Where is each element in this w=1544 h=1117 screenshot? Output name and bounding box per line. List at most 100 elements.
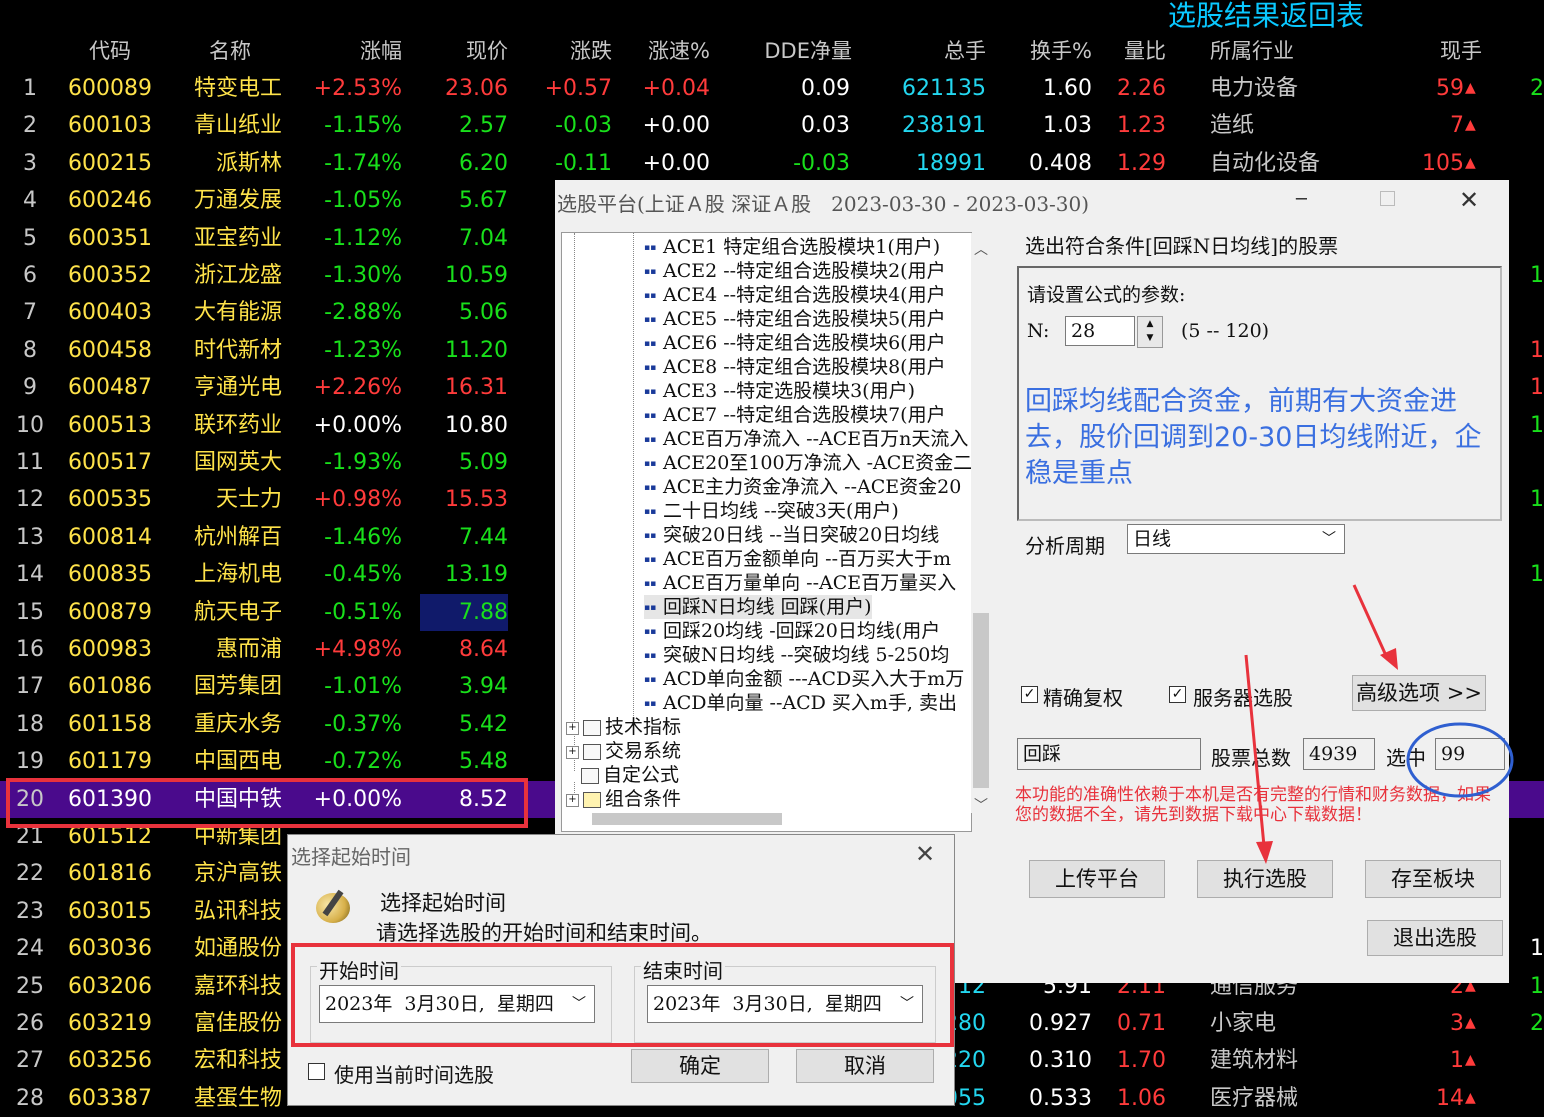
scroll-thumb[interactable] xyxy=(973,613,989,788)
tree-item[interactable]: ▪▪ ACE百万净流入 --ACE百万n天流入 xyxy=(644,427,968,451)
execute-button[interactable]: 执行选股 xyxy=(1197,860,1333,898)
ok-button[interactable]: 确定 xyxy=(631,1049,769,1083)
cell-hand: 1 xyxy=(1450,1048,1464,1074)
column-header[interactable]: 现手 xyxy=(1400,34,1482,68)
cell-price: 13.19 xyxy=(445,562,508,588)
name-field[interactable]: 回踩 xyxy=(1017,738,1201,770)
column-header[interactable]: DDE净量 xyxy=(740,34,852,68)
formula-icon: ▪▪ xyxy=(644,291,657,301)
expand-icon[interactable]: + xyxy=(566,745,579,759)
formula-icon: ▪▪ xyxy=(644,243,657,253)
upload-button[interactable]: 上传平台 xyxy=(1029,860,1165,898)
close-icon[interactable]: ✕ xyxy=(1459,186,1479,214)
tree-item-label: ACE6 --特定组合选股模块6(用户 xyxy=(663,332,946,354)
server-checkbox[interactable]: ✓ xyxy=(1169,686,1186,703)
tree-item-label: ACE4 --特定组合选股模块4(用户 xyxy=(663,284,946,306)
use-current-checkbox[interactable] xyxy=(308,1063,325,1080)
cell-code: 600246 xyxy=(68,188,152,214)
column-header[interactable]: 量比 xyxy=(1100,34,1166,68)
tree-item[interactable]: ▪▪ ACE4 --特定组合选股模块4(用户 xyxy=(644,283,946,307)
expand-icon[interactable]: + xyxy=(566,793,579,807)
expand-icon[interactable] xyxy=(566,770,577,782)
cell-idx: 23 xyxy=(16,898,44,924)
cell-code: 600089 xyxy=(68,76,152,101)
tree-item[interactable]: ▪▪ ACE3 --特定选股模块3(用户) xyxy=(644,379,915,403)
save-to-block-button[interactable]: 存至板块 xyxy=(1365,860,1501,898)
cell-partial: 1 xyxy=(1530,562,1544,588)
tree-item[interactable]: ▪▪ 回踩N日均线 回踩(用户) xyxy=(644,595,872,619)
tree-branch-line xyxy=(574,233,575,793)
tree-item[interactable]: ▪▪ ACE1 特定组合选股模块1(用户) xyxy=(644,235,940,259)
tree-item-label: 二十日均线 --突破3天(用户) xyxy=(663,500,899,522)
tree-item[interactable]: ▪▪ 突破N日均线 --突破均线 5-250均 xyxy=(644,643,949,667)
cell-idx: 5 xyxy=(23,225,37,251)
cell-pct: -1.23% xyxy=(324,337,402,363)
column-header[interactable]: 现价 xyxy=(420,34,508,68)
cell-code: 603015 xyxy=(68,898,152,924)
cell-partial: 2 xyxy=(1530,76,1544,101)
close-icon[interactable]: ✕ xyxy=(915,840,935,868)
column-header[interactable]: 涨跌 xyxy=(530,34,612,68)
server-label: 服务器选股 xyxy=(1193,686,1293,710)
cell-pct: -1.12% xyxy=(324,225,402,251)
n-stepper[interactable]: ▲ ▼ xyxy=(1137,316,1163,348)
tree-item[interactable]: ▪▪ 突破20日线 --当日突破20日均线 xyxy=(644,523,939,547)
maximize-icon[interactable] xyxy=(1380,191,1395,206)
tree-hscrollbar[interactable] xyxy=(592,813,782,825)
tree-item-label: 突破N日均线 --突破均线 5-250均 xyxy=(663,644,950,666)
palette-icon xyxy=(316,889,350,923)
tree-item[interactable]: ▪▪ ACE6 --特定组合选股模块6(用户 xyxy=(644,331,946,355)
n-input[interactable]: 28 xyxy=(1065,316,1135,346)
column-header[interactable]: 总手 xyxy=(880,34,986,68)
expand-icon[interactable]: + xyxy=(566,721,579,735)
table-row[interactable]: 2 600103 青山纸业 -1.15% 2.57 -0.03 +0.00 0.03 23819… xyxy=(0,107,1544,144)
cell-turn: 1.60 xyxy=(1043,76,1092,101)
table-row[interactable]: 1 600089 特变电工 +2.53% 23.06 +0.57 +0.04 0.09 6211… xyxy=(0,70,1544,107)
tree-item[interactable]: ▪▪ ACE7 --特定组合选股模块7(用户 xyxy=(644,403,946,427)
cell-ratio: 1.29 xyxy=(1117,150,1166,176)
exact-checkbox[interactable]: ✓ xyxy=(1021,686,1038,703)
tree-group[interactable]: 自定公式 xyxy=(566,763,679,787)
cell-ratio: 2.26 xyxy=(1117,76,1166,101)
cell-code: 603256 xyxy=(68,1048,152,1074)
cell-code: 603036 xyxy=(68,936,152,962)
column-header[interactable]: 涨速% xyxy=(620,34,710,68)
cell-pct: -2.88% xyxy=(324,300,402,326)
tree-group[interactable]: + 交易系统 xyxy=(566,739,681,763)
tree-item[interactable]: ▪▪ ACE主力资金净流入 --ACE资金20 xyxy=(644,475,961,499)
column-header[interactable]: 代码 xyxy=(70,34,150,68)
tree-item[interactable]: ▪▪ ACE百万量单向 --ACE百万量买入 xyxy=(644,571,956,595)
cancel-button[interactable]: 取消 xyxy=(796,1049,934,1083)
cell-vol: 621135 xyxy=(902,76,986,101)
tree-item[interactable]: ▪▪ ACD单向金额 ---ACD买入大于m万 xyxy=(644,667,964,691)
table-row[interactable]: 3 600215 派斯林 -1.74% 6.20 -0.11 +0.00 -0.03 18991… xyxy=(0,145,1544,182)
cell-pct: -0.72% xyxy=(324,749,402,775)
selected-label: 选中 xyxy=(1386,746,1426,770)
tree-item[interactable]: ▪▪ ACE2 --特定组合选股模块2(用户 xyxy=(644,259,946,283)
column-header[interactable]: 换手% xyxy=(1000,34,1092,68)
advanced-options-button[interactable]: 高级选项 >> xyxy=(1352,675,1486,711)
tree-group[interactable]: + 技术指标 xyxy=(566,715,681,739)
tree-item[interactable]: ▪▪ ACE8 --特定组合选股模块8(用户 xyxy=(644,355,946,379)
exit-button[interactable]: 退出选股 xyxy=(1367,920,1503,956)
cell-speed: +0.04 xyxy=(642,76,710,101)
tree-item[interactable]: ▪▪ ACE百万金额单向 --百万买大于m xyxy=(644,547,951,571)
tree-item[interactable]: ▪▪ ACE5 --特定组合选股模块5(用户 xyxy=(644,307,946,331)
scroll-down-icon[interactable]: ﹀ xyxy=(974,795,988,815)
tree-item[interactable]: ▪▪ ACD单向量 --ACD 买入m手, 卖出 xyxy=(644,691,957,715)
cell-code: 603219 xyxy=(68,1011,152,1036)
period-select[interactable]: 日线 ﹀ xyxy=(1127,524,1345,554)
cell-pct: -0.45% xyxy=(324,562,402,588)
tree-item[interactable]: ▪▪ ACE20至100万净流入 -ACE资金二 xyxy=(644,451,972,475)
column-header[interactable]: 名称 xyxy=(190,34,270,68)
cell-name: 亚宝药业 xyxy=(193,225,282,251)
tree-item[interactable]: ▪▪ 二十日均线 --突破3天(用户) xyxy=(644,499,899,523)
tree-item[interactable]: ▪▪ 回踩20均线 -回踩20日均线(用户 xyxy=(644,619,940,643)
column-header[interactable]: 涨幅 xyxy=(300,34,402,68)
scroll-up-icon[interactable]: ︿ xyxy=(974,239,988,259)
folder-icon xyxy=(583,744,601,760)
column-header[interactable]: 所属行业 xyxy=(1210,34,1310,68)
cell-idx: 19 xyxy=(16,749,44,775)
tree-group[interactable]: + 组合条件 xyxy=(566,787,681,811)
minimize-icon[interactable]: ─ xyxy=(1296,189,1307,210)
